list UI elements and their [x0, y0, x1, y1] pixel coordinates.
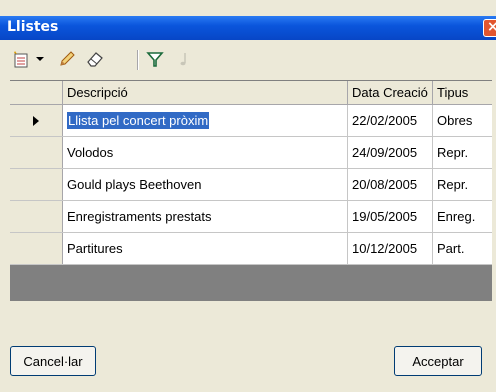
new-list-dropdown[interactable] — [34, 48, 46, 70]
current-row-icon — [33, 115, 39, 126]
type-cell[interactable]: Part. — [433, 233, 496, 264]
date-cell[interactable]: 22/02/2005 — [348, 105, 433, 136]
table-row[interactable]: Partitures 10/12/2005 Part. — [10, 233, 492, 265]
filter-button[interactable] — [144, 48, 166, 70]
description-cell[interactable]: Partitures — [63, 233, 348, 264]
eraser-icon — [87, 52, 103, 67]
description-cell[interactable]: Volodos — [63, 137, 348, 168]
column-header-type[interactable]: Tipus — [433, 81, 496, 104]
table-header: Descripció Data Creació Tipus — [10, 81, 492, 105]
row-selector[interactable] — [10, 233, 63, 264]
row-selector[interactable] — [10, 201, 63, 232]
row-selector[interactable] — [10, 137, 63, 168]
cancel-button[interactable]: Cancel·lar — [10, 346, 96, 376]
close-icon: × — [487, 19, 496, 35]
type-cell[interactable]: Repr. — [433, 137, 496, 168]
delete-button[interactable] — [84, 48, 106, 70]
type-cell[interactable]: Enreg. — [433, 201, 496, 232]
type-cell[interactable]: Obres — [433, 105, 496, 136]
table-row[interactable]: Volodos 24/09/2005 Repr. — [10, 137, 492, 169]
date-cell[interactable]: 20/08/2005 — [348, 169, 433, 200]
accept-button[interactable]: Acceptar — [394, 346, 482, 376]
row-selector[interactable] — [10, 169, 63, 200]
date-cell[interactable]: 24/09/2005 — [348, 137, 433, 168]
lists-dialog: Llistes × Descripció Data Creació Tipus … — [0, 0, 496, 392]
description-cell[interactable]: Llista pel concert pròxim — [63, 105, 348, 136]
table-row[interactable]: Llista pel concert pròxim 22/02/2005 Obr… — [10, 105, 492, 137]
row-header-corner — [10, 81, 63, 104]
row-selector[interactable] — [10, 105, 63, 136]
column-header-description[interactable]: Descripció — [63, 81, 348, 104]
lists-table: Descripció Data Creació Tipus Llista pel… — [10, 80, 492, 301]
new-list-button[interactable] — [10, 48, 32, 70]
description-text: Llista pel concert pròxim — [67, 112, 210, 129]
window-title: Llistes — [7, 19, 59, 35]
type-cell[interactable]: Repr. — [433, 169, 496, 200]
description-cell[interactable]: Gould plays Beethoven — [63, 169, 348, 200]
dropdown-arrow-icon — [36, 57, 44, 61]
column-header-date[interactable]: Data Creació — [348, 81, 433, 104]
title-bar[interactable]: Llistes × — [0, 16, 496, 40]
filter-icon — [146, 52, 164, 67]
edit-pencil-icon — [60, 51, 75, 66]
table-row[interactable]: Gould plays Beethoven 20/08/2005 Repr. — [10, 169, 492, 201]
toolbar — [0, 40, 496, 78]
music-note-icon — [180, 53, 186, 66]
date-cell[interactable]: 10/12/2005 — [348, 233, 433, 264]
close-button[interactable]: × — [483, 19, 496, 37]
date-cell[interactable]: 19/05/2005 — [348, 201, 433, 232]
toolbar-separator — [137, 50, 139, 70]
new-list-icon — [14, 51, 28, 68]
music-button[interactable] — [172, 48, 194, 70]
description-cell[interactable]: Enregistraments prestats — [63, 201, 348, 232]
edit-button[interactable] — [56, 48, 78, 70]
table-row[interactable]: Enregistraments prestats 19/05/2005 Enre… — [10, 201, 492, 233]
